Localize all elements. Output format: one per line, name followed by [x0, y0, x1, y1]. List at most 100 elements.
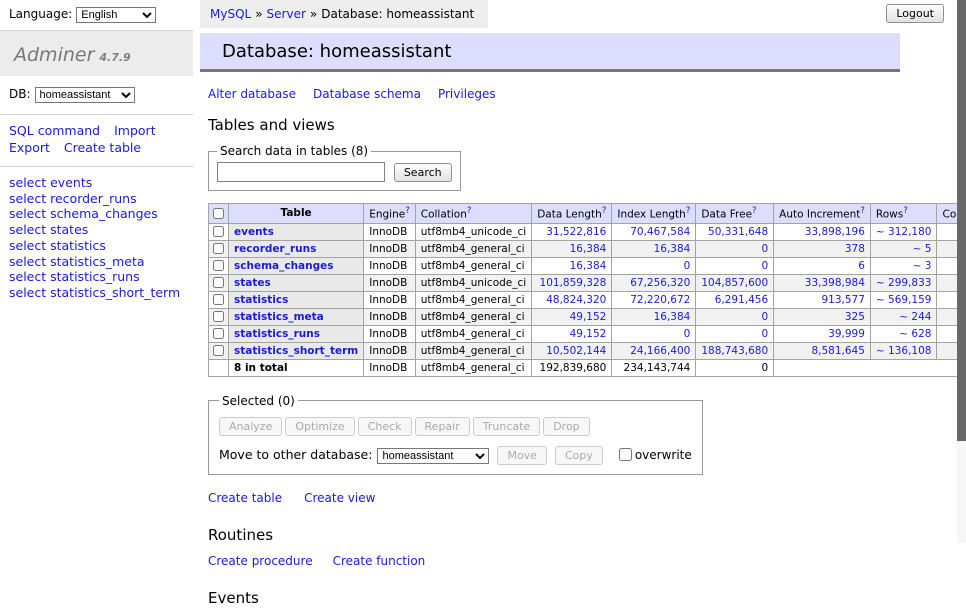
breadcrumb-link-server[interactable]: Server	[267, 7, 306, 21]
data-free-cell-link[interactable]: 104,857,600	[701, 277, 768, 289]
sidebar-item-statistics_runs[interactable]: select statistics_runs	[9, 270, 193, 285]
routine-link-create-function[interactable]: Create function	[333, 554, 426, 568]
rows-cell-link[interactable]: ~ 5	[913, 243, 932, 255]
db-select[interactable]: homeassistant	[35, 87, 135, 103]
auto-increment-cell-link[interactable]: 39,999	[828, 328, 865, 340]
data-free-cell-link[interactable]: 0	[761, 328, 768, 340]
truncate-button[interactable]: Truncate	[473, 417, 540, 436]
table-link-recorder_runs[interactable]: recorder_runs	[234, 243, 316, 255]
check-button[interactable]: Check	[358, 417, 412, 436]
action-link-database-schema[interactable]: Database schema	[313, 87, 421, 101]
table-link-statistics_meta[interactable]: statistics_meta	[234, 311, 324, 323]
index-length-cell-link[interactable]: 0	[684, 328, 691, 340]
index-length-cell-link[interactable]: 16,384	[654, 243, 691, 255]
index-length-cell-link[interactable]: 70,467,584	[630, 226, 690, 238]
sidebar-item-statistics[interactable]: select statistics	[9, 239, 193, 254]
data-free-cell-link[interactable]: 0	[761, 260, 768, 272]
rows-cell-link[interactable]: ~ 312,180	[876, 226, 932, 238]
data-length-cell-link[interactable]: 10,502,144	[546, 345, 606, 357]
index-length-cell-link[interactable]: 72,220,672	[630, 294, 690, 306]
column-help-link[interactable]: ?	[903, 206, 908, 216]
rows-cell-link[interactable]: ~ 299,833	[876, 277, 932, 289]
table-link-states[interactable]: states	[234, 277, 271, 289]
rows-cell-link[interactable]: ~ 628	[899, 328, 931, 340]
row-checkbox[interactable]	[213, 328, 224, 339]
adminer-logo-text[interactable]: Adminer	[14, 44, 94, 66]
index-length-cell-link[interactable]: 0	[684, 260, 691, 272]
sidebar-menu-export[interactable]: Export	[9, 140, 50, 155]
data-length-cell-link[interactable]: 31,522,816	[546, 226, 606, 238]
auto-increment-cell-link[interactable]: 8,581,645	[811, 345, 864, 357]
language-select[interactable]: English	[76, 7, 156, 23]
auto-increment-cell-link[interactable]: 33,898,196	[805, 226, 865, 238]
sidebar-item-events[interactable]: select events	[9, 176, 193, 191]
move-button[interactable]: Move	[497, 446, 547, 465]
sidebar-menu-sql-command[interactable]: SQL command	[9, 123, 100, 138]
sidebar-menu-create-table[interactable]: Create table	[64, 140, 141, 155]
column-help-link[interactable]: ?	[467, 206, 472, 216]
copy-button[interactable]: Copy	[555, 446, 603, 465]
row-checkbox[interactable]	[213, 311, 224, 322]
data-length-cell-link[interactable]: 16,384	[570, 260, 607, 272]
data-free-cell-link[interactable]: 188,743,680	[701, 345, 768, 357]
action-link-privileges[interactable]: Privileges	[438, 87, 496, 101]
row-checkbox[interactable]	[213, 345, 224, 356]
table-link-statistics_runs[interactable]: statistics_runs	[234, 328, 320, 340]
rows-cell-link[interactable]: ~ 569,159	[876, 294, 932, 306]
data-free-cell-link[interactable]: 50,331,648	[708, 226, 768, 238]
data-length-cell-link[interactable]: 49,152	[570, 328, 607, 340]
analyze-button[interactable]: Analyze	[219, 417, 282, 436]
create-link-create-view[interactable]: Create view	[304, 491, 375, 505]
auto-increment-cell-link[interactable]: 33,398,984	[805, 277, 865, 289]
sidebar-item-states[interactable]: select states	[9, 223, 193, 238]
data-free-cell-link[interactable]: 6,291,456	[715, 294, 768, 306]
index-length-cell-link[interactable]: 24,166,400	[630, 345, 690, 357]
data-length-cell-link[interactable]: 16,384	[570, 243, 607, 255]
data-free-cell-link[interactable]: 0	[761, 311, 768, 323]
move-db-select[interactable]: homeassistant	[377, 448, 489, 464]
column-help-link[interactable]: ?	[752, 206, 757, 216]
sidebar-item-statistics_meta[interactable]: select statistics_meta	[9, 255, 193, 270]
table-link-events[interactable]: events	[234, 226, 274, 238]
select-all-checkbox[interactable]	[213, 208, 224, 219]
column-help-link[interactable]: ?	[860, 206, 865, 216]
search-button[interactable]: Search	[394, 163, 452, 182]
action-link-alter-database[interactable]: Alter database	[208, 87, 296, 101]
data-length-cell-link[interactable]: 101,859,328	[540, 277, 607, 289]
row-checkbox[interactable]	[213, 277, 224, 288]
data-free-cell-link[interactable]: 0	[761, 243, 768, 255]
column-help-link[interactable]: ?	[405, 206, 410, 216]
repair-button[interactable]: Repair	[415, 417, 470, 436]
overwrite-checkbox[interactable]	[619, 448, 632, 461]
rows-cell-link[interactable]: ~ 244	[899, 311, 931, 323]
table-link-statistics[interactable]: statistics	[234, 294, 288, 306]
auto-increment-cell-link[interactable]: 913,577	[822, 294, 865, 306]
column-help-link[interactable]: ?	[602, 206, 607, 216]
logout-button[interactable]: Logout	[886, 4, 944, 23]
row-checkbox[interactable]	[213, 226, 224, 237]
sidebar-item-recorder_runs[interactable]: select recorder_runs	[9, 192, 193, 207]
table-link-statistics_short_term[interactable]: statistics_short_term	[234, 345, 358, 357]
sidebar-item-schema_changes[interactable]: select schema_changes	[9, 207, 193, 222]
sidebar-item-statistics_short_term[interactable]: select statistics_short_term	[9, 286, 193, 301]
data-length-cell-link[interactable]: 48,824,320	[546, 294, 606, 306]
auto-increment-cell-link[interactable]: 6	[858, 260, 865, 272]
column-help-link[interactable]: ?	[686, 206, 691, 216]
create-link-create-table[interactable]: Create table	[208, 491, 282, 505]
row-checkbox[interactable]	[213, 260, 224, 271]
rows-cell-link[interactable]: ~ 3	[913, 260, 932, 272]
table-link-schema_changes[interactable]: schema_changes	[234, 260, 334, 272]
auto-increment-cell-link[interactable]: 378	[845, 243, 865, 255]
drop-button[interactable]: Drop	[543, 417, 589, 436]
scrollbar-track[interactable]	[957, 0, 966, 543]
index-length-cell-link[interactable]: 67,256,320	[630, 277, 690, 289]
auto-increment-cell-link[interactable]: 325	[845, 311, 865, 323]
breadcrumb-link-mysql[interactable]: MySQL	[210, 7, 251, 21]
data-length-cell-link[interactable]: 49,152	[570, 311, 607, 323]
index-length-cell-link[interactable]: 16,384	[654, 311, 691, 323]
rows-cell-link[interactable]: ~ 136,108	[876, 345, 932, 357]
sidebar-menu-import[interactable]: Import	[114, 123, 156, 138]
row-checkbox[interactable]	[213, 294, 224, 305]
scrollbar-thumb[interactable]	[957, 0, 966, 441]
optimize-button[interactable]: Optimize	[285, 417, 354, 436]
